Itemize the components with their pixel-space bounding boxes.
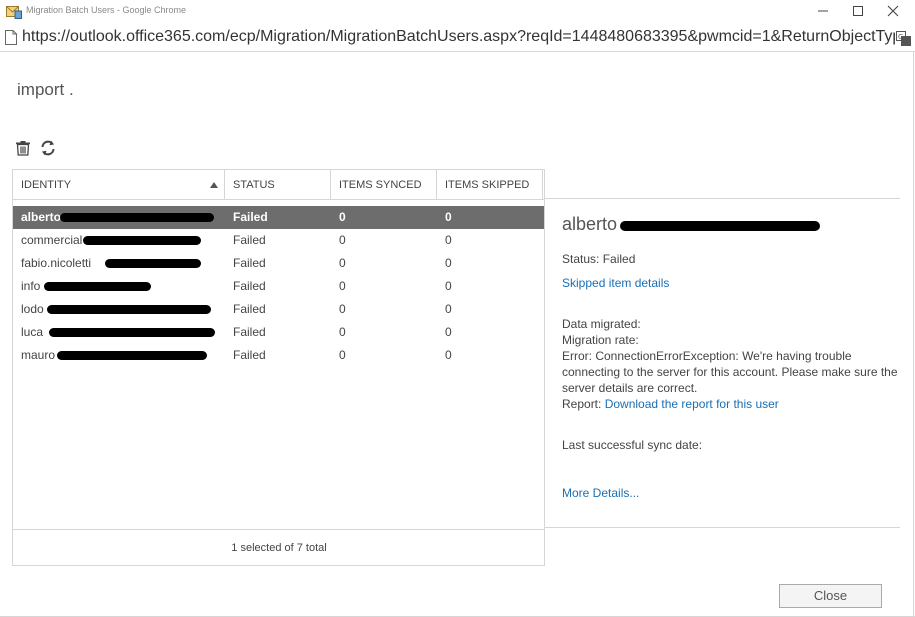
more-details-link[interactable]: More Details... [562, 486, 639, 500]
minimize-button[interactable] [806, 0, 840, 22]
report-row: Report: Download the report for this use… [562, 396, 898, 412]
identity-cell: lodo [21, 302, 44, 316]
identity-cell: alberto [21, 210, 62, 224]
status-cell: Failed [233, 279, 266, 293]
page-icon [5, 30, 17, 45]
items-synced-cell: 0 [339, 256, 346, 270]
close-window-button[interactable] [876, 0, 910, 22]
items-synced-cell: 0 [339, 325, 346, 339]
status-cell: Failed [233, 302, 266, 316]
details-status: Status: Failed [562, 252, 636, 266]
status-cell: Failed [233, 210, 268, 224]
migration-users-grid: IDENTITY STATUS ITEMS SYNCED ITEMS SKIPP… [12, 169, 545, 566]
table-row[interactable]: fabio.nicoletti Failed 0 0 [13, 252, 545, 275]
column-header-label: IDENTITY [21, 179, 72, 191]
column-header-label: ITEMS SYNCED [339, 179, 422, 191]
status-cell: Failed [233, 233, 266, 247]
items-synced-cell: 0 [339, 302, 346, 316]
trash-icon[interactable] [15, 140, 31, 156]
items-skipped-cell: 0 [445, 256, 452, 270]
exchange-app-icon [6, 6, 22, 19]
identity-cell: commercial [21, 233, 83, 247]
status-cell: Failed [233, 256, 266, 270]
details-header-strip [545, 169, 900, 199]
grid-selection-count: 1 selected of 7 total [13, 529, 545, 566]
error-message: Error: ConnectionErrorException: We're h… [562, 349, 898, 395]
details-user-name: alberto [562, 209, 898, 239]
redaction-mark [47, 305, 211, 314]
identity-cell: fabio.nicoletti [21, 256, 92, 270]
items-synced-cell: 0 [339, 233, 346, 247]
grid-rows: alberto Failed 0 0 commercial Failed 0 0… [13, 206, 545, 367]
redaction-mark [57, 351, 207, 360]
column-header-label: STATUS [233, 179, 275, 191]
report-label: Report: [562, 397, 602, 411]
details-user-name-text: alberto [562, 214, 618, 234]
migration-rate-label: Migration rate: [562, 333, 639, 347]
skipped-item-details-link[interactable]: Skipped item details [562, 275, 898, 291]
identity-cell: luca [21, 325, 44, 339]
table-row[interactable]: mauro Failed 0 0 [13, 344, 545, 367]
redaction-mark [83, 236, 201, 245]
address-bar[interactable]: https://outlook.office365.com/ecp/Migrat… [0, 24, 915, 52]
items-synced-cell: 0 [339, 348, 346, 362]
items-skipped-cell: 0 [445, 325, 452, 339]
grid-header: IDENTITY STATUS ITEMS SYNCED ITEMS SKIPP… [13, 170, 545, 200]
more-details-row: More Details... [562, 485, 898, 501]
items-skipped-cell: 0 [445, 210, 452, 224]
items-skipped-cell: 0 [445, 348, 452, 362]
sort-ascending-icon [210, 182, 218, 188]
items-skipped-cell: 0 [445, 279, 452, 293]
close-button[interactable]: Close [779, 584, 882, 608]
column-header-items-skipped[interactable]: ITEMS SKIPPED [437, 170, 543, 200]
last-sync-label: Last successful sync date: [562, 438, 703, 452]
redaction-mark [44, 282, 151, 291]
redaction-mark [620, 221, 820, 231]
dialog-right-edge [913, 52, 914, 617]
minimize-icon [818, 10, 828, 12]
identity-cell: mauro [21, 348, 56, 362]
redaction-mark [105, 259, 201, 268]
identity-cell: info [21, 279, 41, 293]
items-skipped-cell: 0 [445, 233, 452, 247]
status-cell: Failed [233, 348, 266, 362]
svg-text:G: G [898, 33, 903, 41]
download-report-link[interactable]: Download the report for this user [605, 397, 779, 411]
window-titlebar: Migration Batch Users - Google Chrome [0, 0, 915, 24]
page-title: import . [17, 80, 74, 99]
table-row[interactable]: lodo Failed 0 0 [13, 298, 545, 321]
data-migrated-label: Data migrated: [562, 317, 641, 331]
items-synced-cell: 0 [339, 210, 346, 224]
column-header-items-synced[interactable]: ITEMS SYNCED [331, 170, 437, 200]
status-cell: Failed [233, 325, 266, 339]
items-skipped-cell: 0 [445, 302, 452, 316]
skipped-item-details-link-text[interactable]: Skipped item details [562, 276, 669, 290]
column-header-status[interactable]: STATUS [225, 170, 331, 200]
column-header-identity[interactable]: IDENTITY [13, 170, 225, 200]
refresh-icon[interactable] [39, 139, 57, 157]
table-row[interactable]: luca Failed 0 0 [13, 321, 545, 344]
redaction-mark [49, 328, 215, 337]
items-synced-cell: 0 [339, 279, 346, 293]
table-row[interactable]: commercial Failed 0 0 [13, 229, 545, 252]
details-content: alberto Status: Failed Skipped item deta… [562, 209, 898, 501]
details-bottom-divider [545, 527, 900, 528]
table-row[interactable]: info Failed 0 0 [13, 275, 545, 298]
table-row[interactable]: alberto Failed 0 0 [13, 206, 545, 229]
url-text[interactable]: https://outlook.office365.com/ecp/Migrat… [22, 28, 895, 46]
translate-icon[interactable]: G [896, 31, 911, 46]
close-icon [887, 5, 899, 17]
window-title: Migration Batch Users - Google Chrome [26, 5, 187, 15]
maximize-icon [853, 6, 863, 16]
maximize-button[interactable] [841, 0, 875, 22]
column-header-label: ITEMS SKIPPED [445, 179, 530, 191]
redaction-mark [60, 213, 214, 222]
details-pane: alberto Status: Failed Skipped item deta… [544, 169, 900, 566]
